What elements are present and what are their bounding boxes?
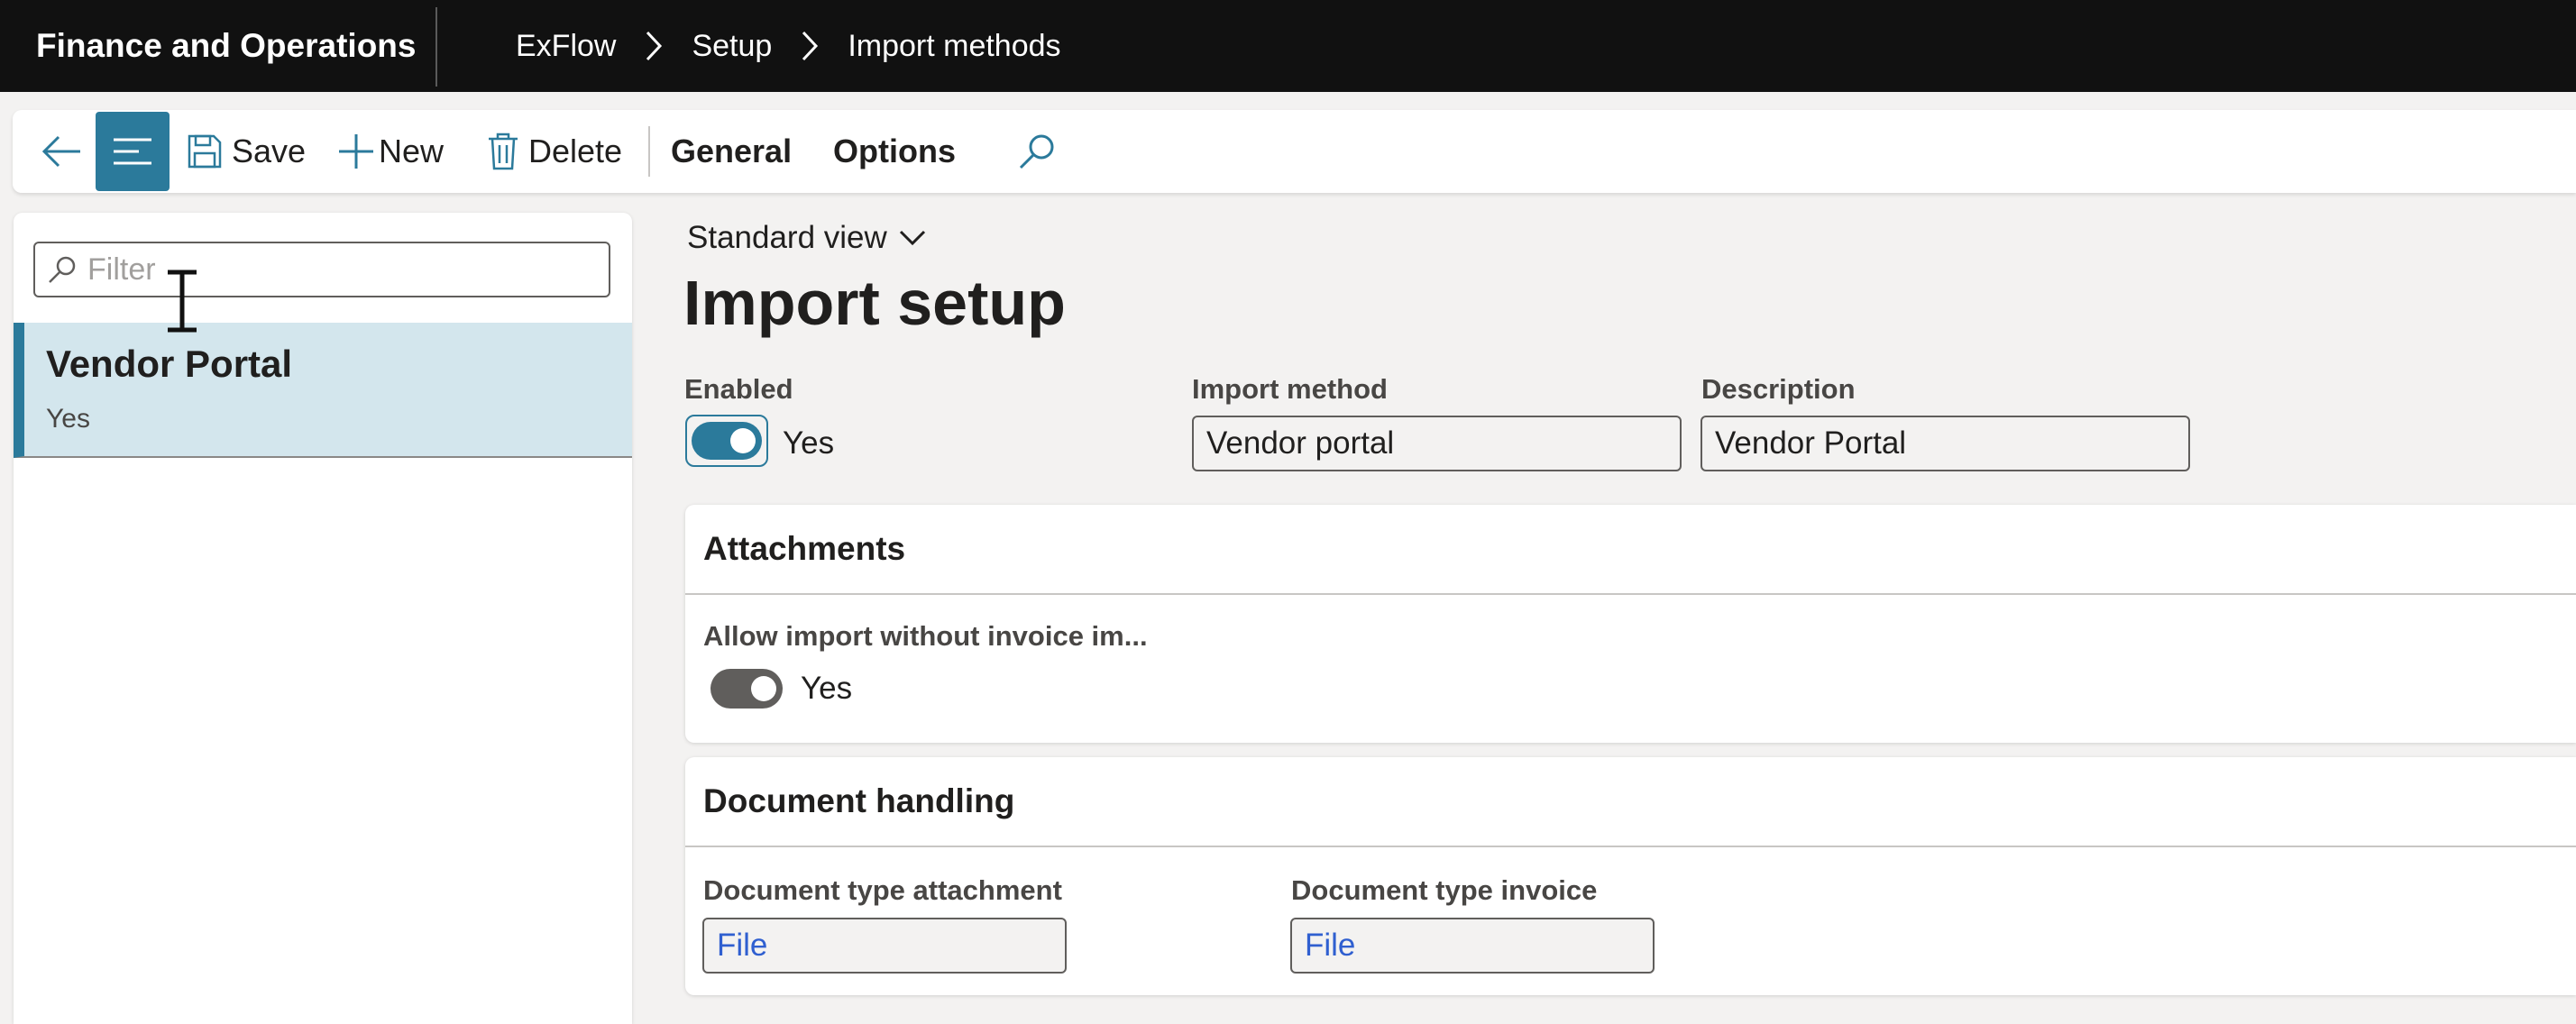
enabled-toggle[interactable] bbox=[685, 415, 768, 467]
chevron-down-icon bbox=[899, 230, 925, 246]
invoice-type-label: Document type invoice bbox=[1291, 874, 1598, 906]
new-button[interactable]: New bbox=[337, 110, 444, 193]
search-button[interactable] bbox=[1013, 110, 1060, 193]
view-label: Standard view bbox=[687, 220, 887, 255]
breadcrumb: ExFlow Setup Import methods bbox=[516, 25, 1061, 67]
plus-icon bbox=[339, 134, 373, 169]
allow-import-toggle[interactable] bbox=[710, 669, 783, 709]
list-item[interactable]: Vendor Portal Yes bbox=[14, 323, 632, 458]
description-field[interactable]: Vendor Portal bbox=[1701, 416, 2190, 471]
arrow-left-icon bbox=[41, 135, 80, 168]
document-handling-section: Document handling Document type attachme… bbox=[685, 757, 2576, 995]
top-navigation-bar: Finance and Operations ExFlow Setup Impo… bbox=[0, 0, 2576, 92]
enabled-value: Yes bbox=[783, 425, 835, 461]
list-lines-icon bbox=[114, 138, 151, 165]
show-list-button[interactable] bbox=[96, 112, 170, 191]
text-cursor-icon bbox=[168, 270, 197, 333]
new-label: New bbox=[379, 133, 445, 169]
chevron-right-icon bbox=[792, 25, 828, 67]
allow-import-toggle-knob bbox=[751, 676, 776, 701]
chevron-right-icon bbox=[636, 25, 672, 67]
app-title[interactable]: Finance and Operations bbox=[36, 25, 416, 67]
import-method-field[interactable]: Vendor portal bbox=[1192, 416, 1682, 471]
filter-field[interactable] bbox=[33, 242, 610, 297]
attachment-type-label: Document type attachment bbox=[703, 874, 1062, 906]
save-label: Save bbox=[232, 133, 307, 169]
attachments-section: Attachments Allow import without invoice… bbox=[685, 505, 2576, 743]
list-item-subtitle: Yes bbox=[46, 404, 90, 434]
tab-options[interactable]: Options bbox=[833, 110, 956, 193]
attachment-type-field[interactable]: File bbox=[702, 918, 1067, 974]
enabled-toggle-knob bbox=[730, 428, 756, 453]
list-panel: Vendor Portal Yes bbox=[14, 213, 632, 1024]
description-label: Description bbox=[1701, 373, 1856, 405]
top-bar-divider bbox=[435, 7, 437, 87]
trash-icon bbox=[489, 133, 518, 170]
allow-import-value: Yes bbox=[801, 671, 853, 706]
magnifier-icon bbox=[49, 256, 76, 283]
enabled-toggle-track bbox=[692, 422, 762, 460]
tab-general[interactable]: General bbox=[671, 110, 792, 193]
breadcrumb-item-setup[interactable]: Setup bbox=[692, 29, 772, 64]
section-divider bbox=[685, 593, 2576, 595]
breadcrumb-item-import-methods[interactable]: Import methods bbox=[848, 29, 1060, 64]
back-button[interactable] bbox=[34, 110, 88, 193]
list-item-title: Vendor Portal bbox=[46, 343, 293, 385]
invoice-type-field[interactable]: File bbox=[1290, 918, 1655, 974]
action-pane-divider bbox=[648, 126, 650, 177]
page-title: Import setup bbox=[683, 268, 1066, 338]
enabled-label: Enabled bbox=[684, 373, 793, 405]
delete-button[interactable]: Delete bbox=[487, 110, 622, 193]
breadcrumb-item-exflow[interactable]: ExFlow bbox=[516, 29, 616, 64]
document-handling-header[interactable]: Document handling bbox=[703, 782, 1014, 820]
floppy-disk-icon bbox=[188, 134, 222, 169]
section-divider bbox=[685, 846, 2576, 847]
allow-import-label: Allow import without invoice im... bbox=[703, 620, 1148, 652]
view-selector[interactable]: Standard view bbox=[687, 220, 927, 256]
action-pane: Save New Delete General Options bbox=[13, 110, 2576, 193]
save-button[interactable]: Save bbox=[187, 110, 306, 193]
delete-label: Delete bbox=[528, 133, 623, 169]
attachments-header[interactable]: Attachments bbox=[703, 530, 905, 568]
import-method-label: Import method bbox=[1192, 373, 1388, 405]
magnifier-icon bbox=[1019, 134, 1054, 169]
